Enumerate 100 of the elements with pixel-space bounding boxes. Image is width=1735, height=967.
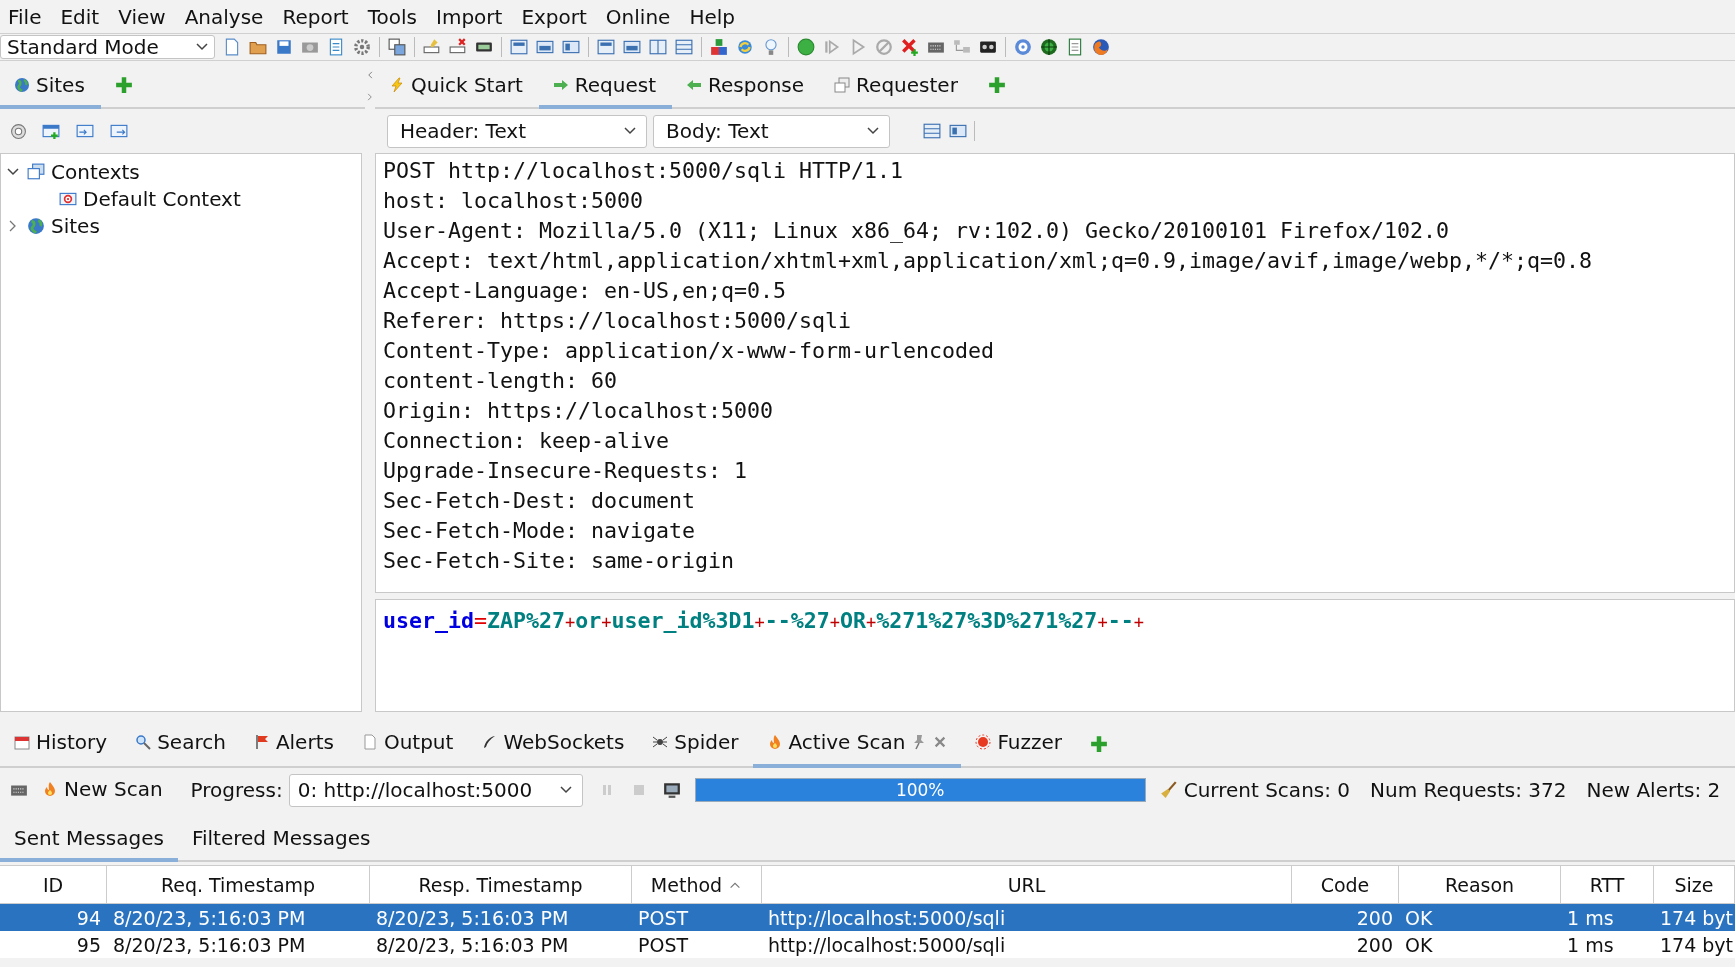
layout-icon[interactable] (597, 38, 615, 56)
menu-item[interactable]: Help (681, 4, 746, 29)
notepad-icon[interactable] (1066, 38, 1084, 56)
close-icon[interactable] (933, 735, 948, 749)
menu-item[interactable]: Tools (359, 4, 428, 29)
header-line: content-length: 60 (383, 367, 618, 395)
ban-icon[interactable] (875, 38, 893, 56)
sync-icon[interactable] (736, 38, 754, 56)
column-header[interactable]: ID (0, 866, 107, 903)
radio-icon[interactable] (10, 122, 27, 140)
step-play-icon[interactable] (823, 38, 841, 56)
tab[interactable]: Filtered Messages (177, 818, 385, 862)
save-icon[interactable] (275, 38, 293, 56)
broom-icon (1159, 781, 1178, 799)
layout-icon[interactable] (510, 38, 528, 56)
tree-item[interactable]: Default Context (83, 186, 241, 211)
table-row[interactable]: 94 8/20/23, 5:16:03 PM 8/20/23, 5:16:03 PM POST http://localhost:5000/sqli 200 OK 1 ms 174 byt (0, 904, 1735, 931)
request-body-text[interactable]: user_id=ZAP%27+or+user_id%3D1+--%27+OR+%271%27%3D%271%27+--+ (375, 599, 1735, 712)
windows-icon[interactable] (388, 38, 406, 56)
new-scan-button[interactable]: New Scan (28, 773, 171, 809)
tree-icon[interactable] (953, 38, 971, 56)
tab[interactable]: History (0, 720, 122, 768)
table-cell-text: 8/20/23, 5:16:03 PM (375, 906, 570, 929)
target-icon[interactable] (1040, 38, 1058, 56)
menu-item[interactable]: Analyse (176, 4, 275, 29)
column-header[interactable]: Resp. Timestamp (370, 866, 632, 903)
tree-item[interactable]: Contexts (51, 159, 140, 184)
header-line: Connection: keep-alive (383, 427, 670, 455)
column-header[interactable]: Req. Timestamp (107, 866, 370, 903)
table-row[interactable]: 95 8/20/23, 5:16:03 PM 8/20/23, 5:16:03 PM POST http://localhost:5000/sqli 200 OK 1 ms 174 byt (0, 931, 1735, 958)
layout-icon[interactable] (623, 38, 641, 56)
tab[interactable]: Quick Start (375, 65, 539, 109)
pencil-icon[interactable] (423, 38, 441, 56)
menu-item[interactable]: Online (597, 4, 682, 29)
table-cell-text: POST (637, 933, 690, 956)
bulb-icon[interactable] (762, 38, 780, 56)
add-icon[interactable] (114, 76, 133, 94)
tree-item[interactable]: Sites (51, 213, 100, 238)
add-icon[interactable] (987, 76, 1006, 94)
body-line: user_id=ZAP%27+or+user_id%3D1+--%27+OR+%271%27%3D%271%27+--+ (383, 607, 1144, 635)
menu-item[interactable]: File (0, 4, 53, 29)
tab[interactable]: Active Scan (752, 720, 962, 768)
layout-icon[interactable] (562, 38, 580, 56)
settings-icon[interactable] (353, 38, 371, 56)
layout-icon[interactable] (536, 38, 554, 56)
tab[interactable]: WebSockets (467, 720, 639, 768)
globe-icon (14, 77, 30, 93)
menu-item[interactable]: Export (513, 4, 598, 29)
globe-icon[interactable] (1092, 38, 1110, 56)
add-icon[interactable] (1090, 735, 1108, 753)
tab[interactable]: Spider (638, 720, 753, 768)
column-header[interactable]: Size (1654, 866, 1735, 903)
blocks-icon[interactable] (710, 38, 728, 56)
column-header[interactable]: Reason (1399, 866, 1561, 903)
layout-icon[interactable] (948, 122, 968, 140)
window-export-icon[interactable] (109, 122, 129, 140)
column-header[interactable]: Method (632, 866, 762, 903)
tab[interactable]: Request (538, 65, 673, 109)
globe-icon (27, 216, 45, 235)
scan-target-dropdown[interactable]: 0: http://localhost:5000 (288, 773, 583, 807)
window-add-icon[interactable] (41, 122, 61, 140)
table-cell-text: OK (1404, 933, 1434, 956)
help-icon[interactable] (1014, 38, 1032, 56)
header-view-dropdown[interactable]: Header: Text (387, 114, 647, 148)
current-scans-label: Current Scans: 0 (1183, 778, 1351, 802)
menu-item[interactable]: Edit (52, 4, 111, 29)
menu-item[interactable]: Report (274, 4, 360, 29)
split-layout-icon[interactable] (649, 38, 667, 56)
monitor-icon[interactable] (662, 781, 681, 799)
rows-layout-icon[interactable] (675, 38, 693, 56)
table-cell-text: http://localhost:5000/sqli (767, 933, 1007, 956)
request-header-text[interactable] (375, 153, 1735, 593)
tab[interactable]: Response (672, 65, 821, 109)
layout-icon[interactable] (922, 122, 942, 140)
cross-plus-icon[interactable] (901, 38, 919, 56)
body-view-dropdown[interactable]: Body: Text (653, 114, 890, 148)
delete-icon[interactable] (449, 38, 467, 56)
table-cell-text: OK (1404, 906, 1434, 929)
column-header[interactable]: RTT (1561, 866, 1654, 903)
table-cell-text: 8/20/23, 5:16:03 PM (112, 906, 307, 929)
arrow-left-icon (686, 77, 703, 93)
spreadsheet-icon[interactable] (327, 38, 345, 56)
menu-item[interactable]: Import (428, 4, 514, 29)
menu-item[interactable]: View (110, 4, 177, 29)
tab[interactable]: Fuzzer (961, 720, 1076, 768)
tab[interactable]: Alerts (239, 720, 348, 768)
document-icon[interactable] (223, 38, 241, 56)
tab[interactable]: Requester (820, 65, 974, 109)
header-line: Sec-Fetch-Dest: document (383, 487, 696, 515)
mode-dropdown[interactable]: Standard Mode (0, 35, 215, 59)
start-circle-icon[interactable] (797, 38, 815, 56)
header-line: Accept: text/html,application/xhtml+xml,application/xml;q=0.9,image/avif,image/webp,*/*;q=0.8 (383, 247, 1594, 275)
tab[interactable]: Sent Messages (0, 818, 178, 862)
column-header[interactable]: Code (1292, 866, 1399, 903)
column-header[interactable]: URL (762, 866, 1292, 903)
sites-tab[interactable]: Sites (0, 65, 101, 109)
tab[interactable]: Search (121, 720, 240, 768)
tape-icon[interactable] (979, 38, 997, 56)
tab[interactable]: Output (347, 720, 468, 768)
window-import-icon[interactable] (75, 122, 95, 140)
